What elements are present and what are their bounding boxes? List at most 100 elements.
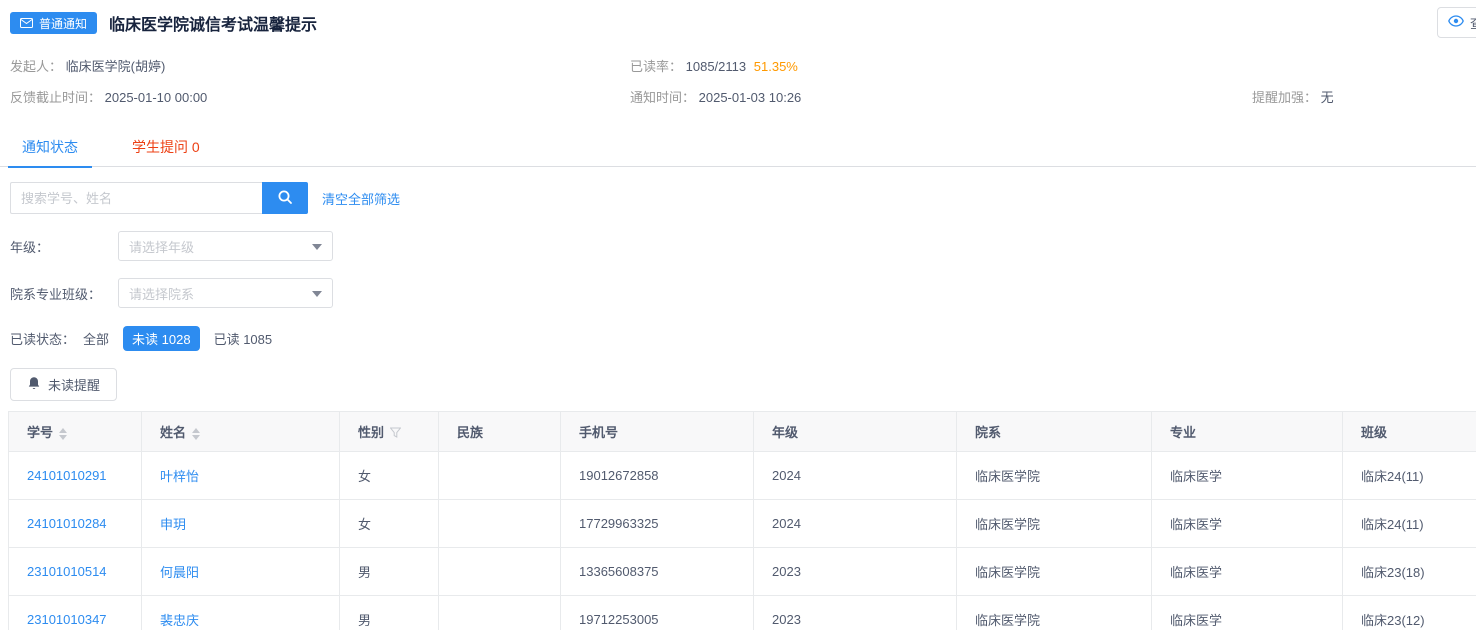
student-name-link[interactable]: 申玥 — [160, 517, 186, 532]
read-rate-field: 已读率： 1085/2113 51.35% — [630, 56, 798, 75]
read-rate-percent: 51.35% — [754, 59, 798, 74]
col-header-grade: 年级 — [754, 412, 957, 452]
cell-phone: 13365608375 — [561, 548, 754, 596]
clear-filters-link[interactable]: 清空全部筛选 — [322, 189, 400, 208]
reminder-value: 无 — [1321, 90, 1334, 105]
feedback-deadline-value: 2025-01-10 00:00 — [105, 90, 208, 105]
view-content-button[interactable]: 查看 — [1437, 7, 1476, 38]
cell-major: 临床医学 — [1152, 596, 1343, 630]
table-row: 23101010514 何晨阳 男 13365608375 2023 临床医学院… — [9, 548, 1476, 596]
search-button[interactable] — [262, 182, 308, 214]
notice-type-badge: 普通通知 — [10, 12, 97, 34]
grade-select[interactable]: 请选择年级 — [118, 231, 333, 261]
search-input[interactable] — [10, 182, 262, 214]
col-header-gender[interactable]: 性别 — [340, 412, 439, 452]
read-status-row: 已读状态： 全部 未读 1028 已读 1085 — [10, 326, 1476, 350]
notification-detail-page: 普通通知 临床医学院诚信考试温馨提示 查看 发起人： 临床医学院(胡婷) 已读率… — [0, 0, 1476, 630]
notify-time-field: 通知时间： 2025-01-03 10:26 — [630, 87, 801, 106]
grade-filter-label: 年级： — [10, 237, 118, 256]
chevron-down-icon — [312, 244, 322, 250]
cell-class: 临床23(18) — [1343, 548, 1476, 596]
feedback-deadline-label: 反馈截止时间： — [10, 90, 101, 105]
bell-icon — [27, 376, 41, 394]
initiator-label: 发起人： — [10, 59, 62, 74]
eye-icon — [1448, 15, 1464, 30]
cell-dept: 临床医学院 — [957, 596, 1152, 630]
col-header-dept: 院系 — [957, 412, 1152, 452]
student-table-wrap: 学号 姓名 性别 民族 手机号 年级 院系 专业 班级 — [8, 411, 1476, 630]
cell-class: 临床24(11) — [1343, 500, 1476, 548]
col-header-ethnicity: 民族 — [439, 412, 561, 452]
cell-dept: 临床医学院 — [957, 452, 1152, 500]
read-rate-value: 1085/2113 — [686, 59, 747, 74]
initiator-value: 临床医学院(胡婷) — [66, 59, 166, 74]
student-id-link[interactable]: 23101010347 — [27, 612, 107, 627]
unread-remind-label: 未读提醒 — [48, 375, 100, 394]
cell-gender: 女 — [340, 500, 439, 548]
read-status-read[interactable]: 已读 1085 — [214, 329, 273, 348]
table-row: 24101010284 申玥 女 17729963325 2024 临床医学院 … — [9, 500, 1476, 548]
chevron-down-icon — [312, 291, 322, 297]
search-row: 清空全部筛选 — [10, 182, 1476, 214]
cell-ethnicity — [439, 500, 561, 548]
col-header-major: 专业 — [1152, 412, 1343, 452]
table-header-row: 学号 姓名 性别 民族 手机号 年级 院系 专业 班级 — [9, 412, 1476, 452]
col-header-student-id[interactable]: 学号 — [9, 412, 142, 452]
tab-notify-status[interactable]: 通知状态 — [8, 130, 92, 167]
read-rate-label: 已读率： — [630, 59, 682, 74]
student-id-link[interactable]: 23101010514 — [27, 564, 107, 579]
dept-filter-label: 院系专业班级： — [10, 284, 118, 303]
cell-ethnicity — [439, 596, 561, 630]
dept-select[interactable]: 请选择院系 — [118, 278, 333, 308]
student-id-link[interactable]: 24101010291 — [27, 468, 107, 483]
read-status-all[interactable]: 全部 — [83, 329, 109, 348]
col-header-class: 班级 — [1343, 412, 1476, 452]
feedback-deadline-field: 反馈截止时间： 2025-01-10 00:00 — [10, 87, 207, 106]
reminder-field: 提醒加强： 无 — [1252, 87, 1334, 106]
unread-remind-button[interactable]: 未读提醒 — [10, 368, 117, 401]
cell-phone: 19012672858 — [561, 452, 754, 500]
grade-filter-row: 年级： 请选择年级 — [10, 231, 1476, 261]
grade-select-placeholder: 请选择年级 — [129, 237, 194, 256]
page-title: 临床医学院诚信考试温馨提示 — [109, 11, 317, 35]
tab-student-questions[interactable]: 学生提问 0 — [118, 130, 214, 167]
cell-major: 临床医学 — [1152, 548, 1343, 596]
meta-info: 发起人： 临床医学院(胡婷) 已读率： 1085/2113 51.35% 反馈截… — [10, 56, 1476, 122]
view-button-label: 查看 — [1470, 13, 1476, 32]
sort-icon[interactable] — [192, 428, 200, 440]
col-header-name[interactable]: 姓名 — [142, 412, 340, 452]
cell-gender: 女 — [340, 452, 439, 500]
cell-phone: 17729963325 — [561, 500, 754, 548]
dept-filter-row: 院系专业班级： 请选择院系 — [10, 278, 1476, 308]
cell-gender: 男 — [340, 548, 439, 596]
filter-funnel-icon[interactable] — [390, 426, 401, 441]
student-name-link[interactable]: 何晨阳 — [160, 565, 199, 580]
cell-grade: 2023 — [754, 596, 957, 630]
sort-icon[interactable] — [59, 428, 67, 440]
search-icon — [277, 189, 293, 208]
cell-grade: 2024 — [754, 452, 957, 500]
read-status-label: 已读状态： — [10, 329, 75, 348]
table-row: 23101010347 裴忠庆 男 19712253005 2023 临床医学院… — [9, 596, 1476, 630]
student-table: 学号 姓名 性别 民族 手机号 年级 院系 专业 班级 — [8, 411, 1476, 630]
cell-ethnicity — [439, 548, 561, 596]
title-row: 普通通知 临床医学院诚信考试温馨提示 — [10, 10, 1476, 36]
tab-bar: 通知状态 学生提问 0 — [0, 130, 1476, 167]
cell-major: 临床医学 — [1152, 500, 1343, 548]
reminder-label: 提醒加强： — [1252, 90, 1317, 105]
notice-type-label: 普通通知 — [39, 15, 87, 32]
dept-select-placeholder: 请选择院系 — [129, 284, 194, 303]
notify-time-value: 2025-01-03 10:26 — [699, 90, 802, 105]
table-row: 24101010291 叶梓怡 女 19012672858 2024 临床医学院… — [9, 452, 1476, 500]
notify-time-label: 通知时间： — [630, 90, 695, 105]
student-name-link[interactable]: 叶梓怡 — [160, 469, 199, 484]
student-name-link[interactable]: 裴忠庆 — [160, 613, 199, 628]
envelope-icon — [20, 18, 33, 28]
cell-gender: 男 — [340, 596, 439, 630]
col-header-phone: 手机号 — [561, 412, 754, 452]
cell-grade: 2024 — [754, 500, 957, 548]
initiator-field: 发起人： 临床医学院(胡婷) — [10, 56, 165, 75]
read-status-unread[interactable]: 未读 1028 — [123, 326, 200, 351]
student-id-link[interactable]: 24101010284 — [27, 516, 107, 531]
cell-class: 临床23(12) — [1343, 596, 1476, 630]
